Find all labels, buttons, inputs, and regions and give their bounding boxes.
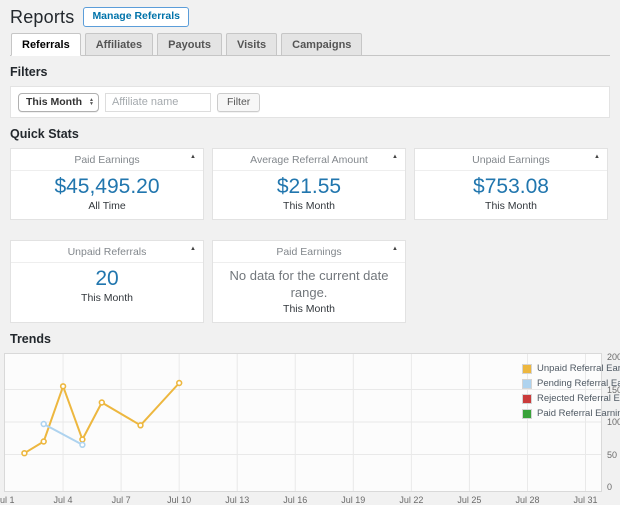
stat-value: $45,495.20 [15, 174, 199, 199]
x-axis-tick-label: Jul 31 [574, 495, 598, 505]
x-axis-tick-label: Jul 16 [283, 495, 307, 505]
filters-heading: Filters [10, 65, 610, 79]
collapse-arrow-icon[interactable]: ▲ [392, 154, 398, 160]
tab-payouts[interactable]: Payouts [157, 33, 222, 56]
stat-card-paid-earnings-month: Paid Earnings ▲ No data for the current … [212, 240, 406, 323]
manage-referrals-button[interactable]: Manage Referrals [83, 7, 189, 27]
stat-card-unpaid-referrals: Unpaid Referrals ▲ 20 This Month [10, 240, 204, 323]
chart-legend: Unpaid Referral Earnings Pending Referral… [522, 361, 620, 421]
stat-card-title: Paid Earnings ▲ [213, 241, 405, 263]
tab-affiliates[interactable]: Affiliates [85, 33, 153, 56]
x-axis-tick-label: Jul 25 [457, 495, 481, 505]
filters-panel: This Month ▲▼ Filter [10, 86, 610, 118]
collapse-arrow-icon[interactable]: ▲ [594, 154, 600, 160]
select-stepper-icon: ▲▼ [89, 98, 94, 106]
stat-period: All Time [15, 200, 199, 212]
stat-card-title: Paid Earnings ▲ [11, 149, 203, 171]
legend-item: Pending Referral Earnings [522, 376, 620, 391]
page-title: Reports [10, 7, 74, 28]
stat-value: $21.55 [217, 174, 401, 199]
legend-item: Rejected Referral Earnings [522, 391, 620, 406]
x-axis-tick-label: Jul 19 [341, 495, 365, 505]
date-range-selected-value: This Month [26, 96, 82, 108]
tab-bar: Referrals Affiliates Payouts Visits Camp… [10, 33, 610, 56]
stat-card-paid-earnings: Paid Earnings ▲ $45,495.20 All Time [10, 148, 204, 220]
stat-period: This Month [217, 200, 401, 212]
collapse-arrow-icon[interactable]: ▲ [392, 246, 398, 252]
x-axis-tick-label: Jul 22 [399, 495, 423, 505]
quick-stats-heading: Quick Stats [10, 127, 610, 141]
no-data-message: No data for the current date range. [217, 266, 401, 302]
tab-visits[interactable]: Visits [226, 33, 277, 56]
stat-value: 20 [15, 266, 199, 291]
legend-label: Rejected Referral Earnings [537, 393, 620, 404]
x-axis-tick-label: Jul 10 [167, 495, 191, 505]
tab-referrals[interactable]: Referrals [11, 33, 81, 56]
y-axis-tick-label: 200 [607, 352, 620, 362]
x-axis-tick-label: Jul 28 [515, 495, 539, 505]
x-axis-tick-label: Jul 7 [112, 495, 131, 505]
legend-label: Unpaid Referral Earnings [537, 363, 620, 374]
x-axis-tick-label: Jul 13 [225, 495, 249, 505]
legend-swatch-icon [522, 394, 532, 404]
date-range-select[interactable]: This Month ▲▼ [18, 93, 99, 112]
x-axis-tick-label: Jul 4 [54, 495, 73, 505]
stat-period: This Month [419, 200, 603, 212]
collapse-arrow-icon[interactable]: ▲ [190, 246, 196, 252]
legend-swatch-icon [522, 364, 532, 374]
y-axis-tick-label: 50 [607, 450, 617, 460]
stat-card-unpaid-earnings: Unpaid Earnings ▲ $753.08 This Month [414, 148, 608, 220]
page-header: Reports Manage Referrals [10, 0, 610, 29]
filter-button[interactable]: Filter [217, 93, 260, 112]
tab-campaigns[interactable]: Campaigns [281, 33, 362, 56]
reports-page: Reports Manage Referrals Referrals Affil… [0, 0, 620, 505]
collapse-arrow-icon[interactable]: ▲ [190, 154, 196, 160]
y-axis-tick-label: 150 [607, 385, 620, 395]
trends-chart: Unpaid Referral EarningsPending Referral… [4, 353, 610, 505]
legend-item: Unpaid Referral Earnings [522, 361, 620, 376]
trends-chart-canvas [5, 354, 601, 491]
trends-plot-area: Unpaid Referral EarningsPending Referral… [4, 353, 602, 492]
trends-heading: Trends [10, 332, 610, 346]
affiliate-name-input[interactable] [105, 93, 211, 112]
legend-swatch-icon [522, 409, 532, 419]
quick-stats-grid: Paid Earnings ▲ $45,495.20 All Time Aver… [10, 148, 610, 323]
legend-swatch-icon [522, 379, 532, 389]
stat-period: This Month [217, 303, 401, 315]
stat-value: $753.08 [419, 174, 603, 199]
stat-card-average-referral-amount: Average Referral Amount ▲ $21.55 This Mo… [212, 148, 406, 220]
legend-item: Paid Referral Earnings [522, 406, 620, 421]
x-axis-tick-label: Jul 1 [0, 495, 15, 505]
stat-period: This Month [15, 292, 199, 304]
stat-card-title: Unpaid Earnings ▲ [415, 149, 607, 171]
stat-card-title: Average Referral Amount ▲ [213, 149, 405, 171]
stat-card-title: Unpaid Referrals ▲ [11, 241, 203, 263]
y-axis-tick-label: 0 [607, 482, 612, 492]
y-axis-tick-label: 100 [607, 417, 620, 427]
